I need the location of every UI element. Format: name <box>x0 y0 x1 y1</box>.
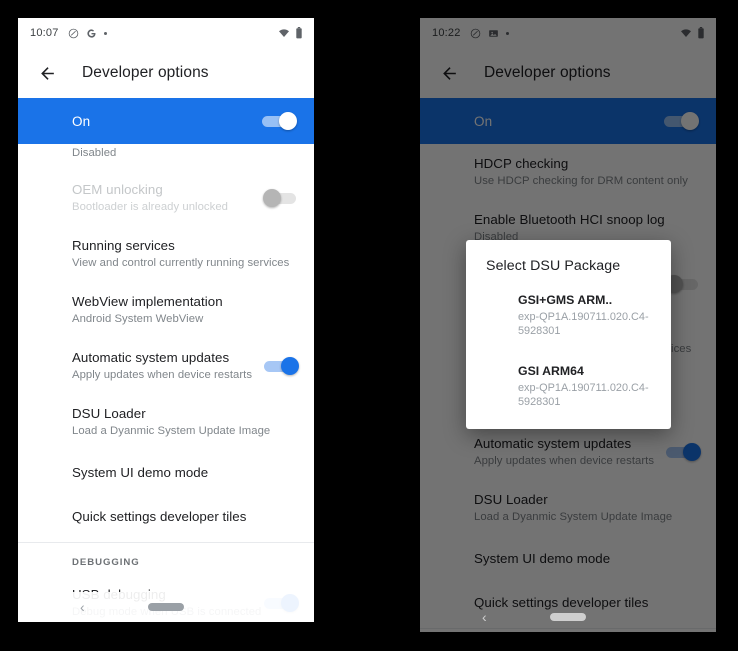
oem-unlocking-toggle[interactable] <box>665 275 700 293</box>
row-subtitle: Load a Dyanmic System Update Image <box>72 425 271 437</box>
page-title: Developer options <box>82 64 209 81</box>
table-row[interactable]: OEM unlocking Bootloader is already unlo… <box>18 170 314 226</box>
phone-right: 10:22 Developer options On HDCP checking… <box>420 18 716 632</box>
nav-home-pill[interactable] <box>550 613 586 621</box>
master-switch-label: On <box>474 113 493 129</box>
row-title: Automatic system updates <box>72 350 230 365</box>
master-switch-label: On <box>72 113 91 129</box>
table-row[interactable]: HDCP checking Use HDCP checking for DRM … <box>420 144 716 200</box>
do-not-disturb-icon <box>470 28 481 39</box>
dialog-option-subtitle: exp-QP1A.190711.020.C4-5928301 <box>518 382 649 408</box>
left-app-bar: Developer options <box>18 48 314 98</box>
nav-back-icon[interactable]: ‹ <box>482 609 487 625</box>
nav-home-pill[interactable] <box>148 603 184 611</box>
automatic-system-updates-toggle[interactable] <box>666 443 701 461</box>
right-nav-bar: ‹ <box>420 602 716 632</box>
table-row[interactable]: Automatic system updates Apply updates w… <box>420 424 716 480</box>
master-switch-toggle[interactable] <box>664 112 699 130</box>
status-right-icons <box>680 27 705 39</box>
dialog-option-title: GSI+GMS ARM.. <box>518 293 613 307</box>
table-row[interactable]: WebView implementation Android System We… <box>18 282 314 338</box>
row-subtitle: View and control currently running servi… <box>72 257 290 269</box>
status-right-icons <box>278 27 303 39</box>
select-dsu-package-dialog: Select DSU Package GSI+GMS ARM.. exp-QP1… <box>466 240 671 429</box>
screenshot-stage: 10:07 Developer options On Disabled OEM … <box>0 0 738 651</box>
row-title: Quick settings developer tiles <box>72 508 247 524</box>
table-row[interactable]: Running services View and control curren… <box>18 226 314 282</box>
screenshot-icon <box>488 28 499 39</box>
dialog-option-title: GSI ARM64 <box>518 364 584 378</box>
table-row[interactable]: Automatic system updates Apply updates w… <box>18 338 314 394</box>
status-left-icons <box>68 28 107 39</box>
nav-back-icon[interactable]: ‹ <box>80 599 85 615</box>
table-row[interactable]: Disabled <box>18 144 314 170</box>
battery-icon <box>697 27 705 39</box>
section-header-debugging: DEBUGGING <box>72 557 140 568</box>
wifi-icon <box>680 27 692 39</box>
left-settings-list: Disabled OEM unlocking Bootloader is alr… <box>18 144 314 622</box>
dot-icon <box>103 31 107 35</box>
right-status-bar: 10:22 <box>420 18 716 48</box>
table-row[interactable]: Quick settings developer tiles <box>18 494 314 538</box>
row-title: OEM unlocking <box>72 182 163 197</box>
dialog-option-gsi-arm64[interactable]: GSI ARM64 exp-QP1A.190711.020.C4-5928301 <box>466 357 671 415</box>
row-title: HDCP checking <box>474 156 569 171</box>
master-switch-toggle[interactable] <box>262 112 297 130</box>
dialog-option-gsi-gms-arm[interactable]: GSI+GMS ARM.. exp-QP1A.190711.020.C4-592… <box>466 286 671 344</box>
row-subtitle: Apply updates when device restarts <box>474 455 655 467</box>
row-title: DSU Loader <box>72 406 146 421</box>
row-title: System UI demo mode <box>474 550 611 566</box>
table-row[interactable]: System UI demo mode <box>420 536 716 580</box>
row-subtitle: Bootloader is already unlocked <box>72 201 228 213</box>
dialog-option-subtitle: exp-QP1A.190711.020.C4-5928301 <box>518 311 649 337</box>
back-arrow-icon[interactable] <box>436 60 462 86</box>
google-g-icon <box>86 28 97 39</box>
oem-unlocking-toggle[interactable] <box>263 189 298 207</box>
back-arrow-icon[interactable] <box>34 60 60 86</box>
status-clock: 10:22 <box>432 27 461 39</box>
row-title: DSU Loader <box>474 492 548 507</box>
row-title: Enable Bluetooth HCI snoop log <box>474 212 665 227</box>
table-row[interactable]: DSU Loader Load a Dyanmic System Update … <box>18 394 314 450</box>
page-title: Developer options <box>484 64 611 81</box>
developer-options-master-switch[interactable]: On <box>420 98 716 144</box>
row-title: WebView implementation <box>72 294 223 309</box>
phone-left: 10:07 Developer options On Disabled OEM … <box>18 18 314 622</box>
row-subtitle: Use HDCP checking for DRM content only <box>474 175 688 187</box>
row-subtitle: Load a Dyanmic System Update Image <box>474 511 673 523</box>
automatic-system-updates-toggle[interactable] <box>264 357 299 375</box>
left-screen: 10:07 Developer options On Disabled OEM … <box>18 18 314 622</box>
do-not-disturb-icon <box>68 28 79 39</box>
row-subtitle: Disabled <box>72 147 117 159</box>
dot-icon <box>505 31 509 35</box>
table-row[interactable]: DSU Loader Load a Dyanmic System Update … <box>420 480 716 536</box>
right-screen: 10:22 Developer options On HDCP checking… <box>420 18 716 632</box>
row-subtitle: Apply updates when device restarts <box>72 369 253 381</box>
table-row[interactable]: System UI demo mode <box>18 450 314 494</box>
right-app-bar: Developer options <box>420 48 716 98</box>
row-subtitle: Android System WebView <box>72 313 204 325</box>
developer-options-master-switch[interactable]: On <box>18 98 314 144</box>
left-status-bar: 10:07 <box>18 18 314 48</box>
status-left-icons <box>470 28 509 39</box>
dialog-title: Select DSU Package <box>486 258 621 274</box>
battery-icon <box>295 27 303 39</box>
left-nav-bar: ‹ <box>18 592 314 622</box>
status-clock: 10:07 <box>30 27 59 39</box>
row-title: System UI demo mode <box>72 464 209 480</box>
wifi-icon <box>278 27 290 39</box>
row-title: Running services <box>72 238 175 253</box>
row-title: Automatic system updates <box>474 436 632 451</box>
